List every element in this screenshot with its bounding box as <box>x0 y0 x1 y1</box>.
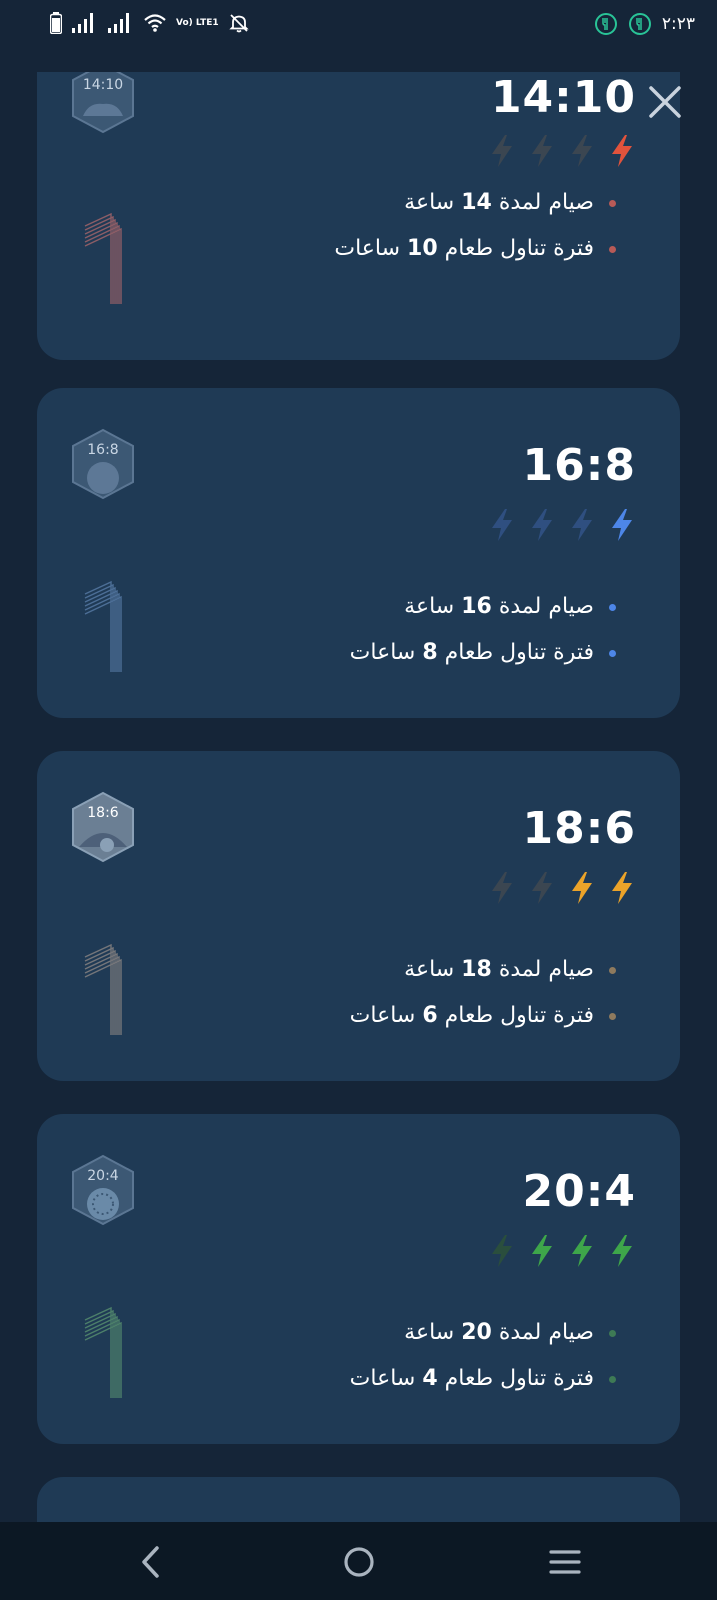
plan-ratio: 14:10 <box>490 72 636 123</box>
intensity-bolts <box>488 508 636 542</box>
plan-badge-icon <box>72 791 134 863</box>
bolt-icon <box>532 1235 552 1267</box>
level-one-icon <box>84 580 122 672</box>
bolt-icon <box>572 1235 592 1267</box>
bolt-icon <box>612 872 632 904</box>
plan-card-next[interactable] <box>37 1477 680 1522</box>
eating-window: فترة تناول طعام 4 ساعات <box>350 1356 616 1402</box>
bolt-icon <box>492 1235 512 1267</box>
bolt-icon <box>492 135 512 167</box>
eating-window: فترة تناول طعام 8 ساعات <box>350 630 616 676</box>
intensity-bolts <box>488 1234 636 1268</box>
bolt-icon <box>572 135 592 167</box>
signal-1-icon <box>72 13 93 33</box>
plan-features: صيام لمدة 14 ساعة فترة تناول طعام 10 ساع… <box>334 180 616 272</box>
bolt-icon <box>492 872 512 904</box>
plan-ratio: 18:6 <box>522 803 636 854</box>
level-one-icon <box>84 212 122 304</box>
battery-icon <box>50 12 62 34</box>
eating-window: فترة تناول طعام 6 ساعات <box>350 993 616 1039</box>
intensity-bolts <box>488 871 636 905</box>
fasting-duration: صيام لمدة 16 ساعة <box>350 584 616 630</box>
plan-badge-icon <box>72 1154 134 1226</box>
bolt-icon <box>612 509 632 541</box>
close-icon[interactable] <box>645 82 685 122</box>
bolt-icon <box>532 509 552 541</box>
bolt-icon <box>612 1235 632 1267</box>
volte-icon: Vo) LTE1 <box>176 18 219 28</box>
fasting-duration: صيام لمدة 14 ساعة <box>334 180 616 226</box>
status-bar: Vo) LTE1 ٢:٢٣ <box>0 0 717 52</box>
plan-badge-label: 16:8 <box>87 442 119 458</box>
mute-notifications-icon <box>229 14 249 33</box>
plan-features: صيام لمدة 20 ساعة فترة تناول طعام 4 ساعا… <box>350 1310 616 1402</box>
system-navigation-bar <box>0 1522 717 1600</box>
bolt-icon <box>532 135 552 167</box>
plan-card-20-4[interactable]: 20:4 20:4 صيام لمدة 20 ساعة فترة تناول ط… <box>37 1114 680 1444</box>
plan-card-18-6[interactable]: 18:6 18:6 صيام لمدة 18 ساعة فترة تناول ط… <box>37 751 680 1081</box>
fasting-status-icon <box>628 13 651 35</box>
plan-features: صيام لمدة 16 ساعة فترة تناول طعام 8 ساعا… <box>350 584 616 676</box>
wifi-icon <box>144 14 166 32</box>
fasting-duration: صيام لمدة 18 ساعة <box>350 947 616 993</box>
eating-window: فترة تناول طعام 10 ساعات <box>334 226 616 272</box>
bolt-icon <box>532 872 552 904</box>
plan-card-14-10[interactable]: 14:10 14:10 صيام لمدة 14 ساعة فترة تناول… <box>37 72 680 360</box>
bolt-icon <box>572 872 592 904</box>
plan-ratio: 20:4 <box>522 1166 636 1217</box>
intensity-bolts <box>488 134 636 168</box>
menu-icon[interactable] <box>543 1540 587 1584</box>
home-icon[interactable] <box>337 1540 381 1584</box>
bolt-icon <box>492 509 512 541</box>
back-icon[interactable] <box>130 1540 174 1584</box>
level-one-icon <box>84 943 122 1035</box>
plan-ratio: 16:8 <box>522 440 636 491</box>
level-one-icon <box>84 1306 122 1398</box>
status-icons-left: Vo) LTE1 <box>50 12 249 34</box>
fasting-status-icon <box>594 13 617 35</box>
plan-badge-label: 20:4 <box>87 1168 119 1184</box>
plan-features: صيام لمدة 18 ساعة فترة تناول طعام 6 ساعا… <box>350 947 616 1039</box>
plan-badge-label: 18:6 <box>87 805 119 821</box>
status-icons-right: ٢:٢٣ <box>594 12 695 36</box>
signal-2-icon <box>108 13 129 33</box>
plan-card-16-8[interactable]: 16:8 16:8 صيام لمدة 16 ساعة فترة تناول ط… <box>37 388 680 718</box>
fasting-duration: صيام لمدة 20 ساعة <box>350 1310 616 1356</box>
plan-badge-label: 14:10 <box>82 77 124 93</box>
bolt-icon <box>612 135 632 167</box>
plans-list[interactable]: 14:10 14:10 صيام لمدة 14 ساعة فترة تناول… <box>0 72 717 1522</box>
plan-badge-icon <box>72 428 134 500</box>
status-time: ٢:٢٣ <box>661 14 695 34</box>
bolt-icon <box>572 509 592 541</box>
